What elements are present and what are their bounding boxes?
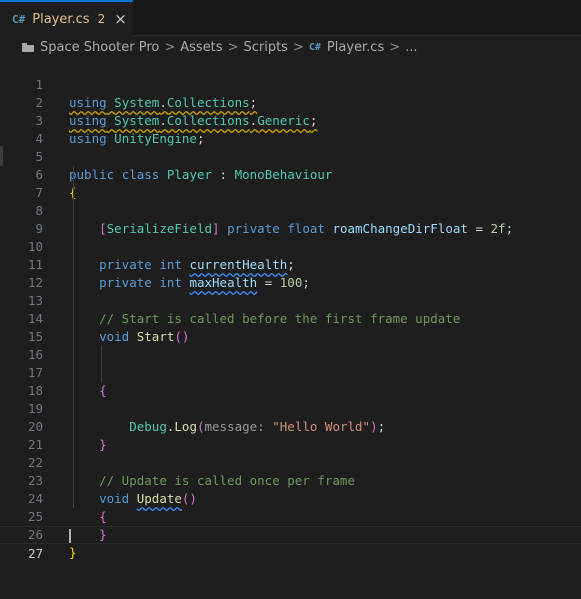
breadcrumb: Space Shooter Pro > Assets > Scripts > C…	[0, 36, 581, 58]
indent-guide	[73, 310, 74, 328]
breadcrumb-item-assets[interactable]: Assets	[180, 40, 222, 55]
code-line: 20	[0, 400, 581, 434]
csharp-file-icon: C#	[308, 41, 321, 53]
breadcrumb-item-file[interactable]: Player.cs	[327, 40, 384, 55]
problem-count-badge: 2	[97, 12, 106, 26]
code-line: 8	[0, 184, 581, 218]
code-line: 10 private int maxHealth = 100;	[0, 220, 581, 290]
tab-file-name: Player.cs	[32, 11, 90, 27]
chevron-right-icon: >	[389, 39, 401, 55]
indent-guide	[73, 472, 74, 490]
code-line: 21 // Update is called once per frame	[0, 418, 581, 488]
tab-bar: C# Player.cs 2 ×	[0, 0, 581, 36]
close-icon[interactable]: ×	[114, 10, 127, 28]
chevron-right-icon: >	[227, 39, 239, 55]
indent-guide	[73, 490, 74, 508]
indent-guide	[73, 400, 74, 418]
code-line: 1 using System.Collections;	[0, 58, 581, 110]
breadcrumb-item-symbols[interactable]: ...	[405, 40, 417, 55]
code-line: 9 private int currentHealth;	[0, 202, 581, 272]
chevron-right-icon: >	[292, 39, 304, 55]
indent-guide	[73, 256, 74, 274]
code-line: 7 [SerializeField] private float roamCha…	[0, 166, 581, 236]
line-number: 27	[27, 546, 43, 561]
indent-guide	[73, 202, 74, 220]
indent-guide	[73, 454, 74, 472]
indent-guide	[73, 184, 74, 202]
code-line: 17 Debug.Log(message: "Hello World");	[0, 346, 581, 434]
indent-guide	[73, 274, 74, 292]
code-editor[interactable]: 1 using System.Collections; 2 using Syst…	[0, 58, 581, 563]
indent-guide	[73, 418, 74, 436]
code-line: 5 public class Player : MonoBehaviour	[0, 130, 581, 182]
code-line: 6 {	[0, 148, 581, 200]
indent-guide	[73, 220, 74, 238]
indent-guide	[101, 346, 102, 364]
indent-guide	[73, 436, 74, 454]
code-line: 13 void Start()	[0, 274, 581, 344]
code-line: 25	[0, 490, 581, 524]
code-line: 23 {	[0, 454, 581, 524]
code-line: 2 using System.Collections.Generic;	[0, 76, 581, 128]
folder-icon	[22, 42, 34, 52]
code-line: 11	[0, 238, 581, 272]
indent-guide	[73, 238, 74, 256]
code-line: 18	[0, 364, 581, 398]
indent-guide	[73, 328, 74, 346]
code-line: 22 void Update()	[0, 436, 581, 506]
code-line: 19 }	[0, 382, 581, 452]
breadcrumb-item-scripts[interactable]: Scripts	[243, 40, 287, 55]
code-line: 24 }	[0, 472, 581, 542]
csharp-file-icon: C#	[12, 12, 26, 26]
code-line: 26 }	[0, 508, 581, 560]
current-line[interactable]: 27	[0, 526, 581, 561]
indent-guide	[73, 382, 74, 400]
indent-guide	[73, 166, 74, 184]
indent-guide	[73, 346, 74, 364]
code-line: 14	[0, 292, 581, 326]
indent-guide	[73, 292, 74, 310]
text-cursor	[69, 529, 71, 543]
code-line: 4	[0, 112, 581, 146]
code-line: 12 // Start is called before the first f…	[0, 256, 581, 326]
brace: }	[69, 545, 77, 560]
indent-guide	[73, 364, 74, 382]
indent-guide	[101, 364, 102, 382]
chevron-right-icon: >	[164, 39, 176, 55]
breadcrumb-item-project[interactable]: Space Shooter Pro	[40, 40, 159, 55]
code-line: 3 using UnityEngine;	[0, 94, 581, 146]
code-line: 15	[0, 310, 581, 344]
code-line: 16 {	[0, 328, 581, 398]
tab-player-cs[interactable]: C# Player.cs 2 ×	[0, 0, 133, 36]
